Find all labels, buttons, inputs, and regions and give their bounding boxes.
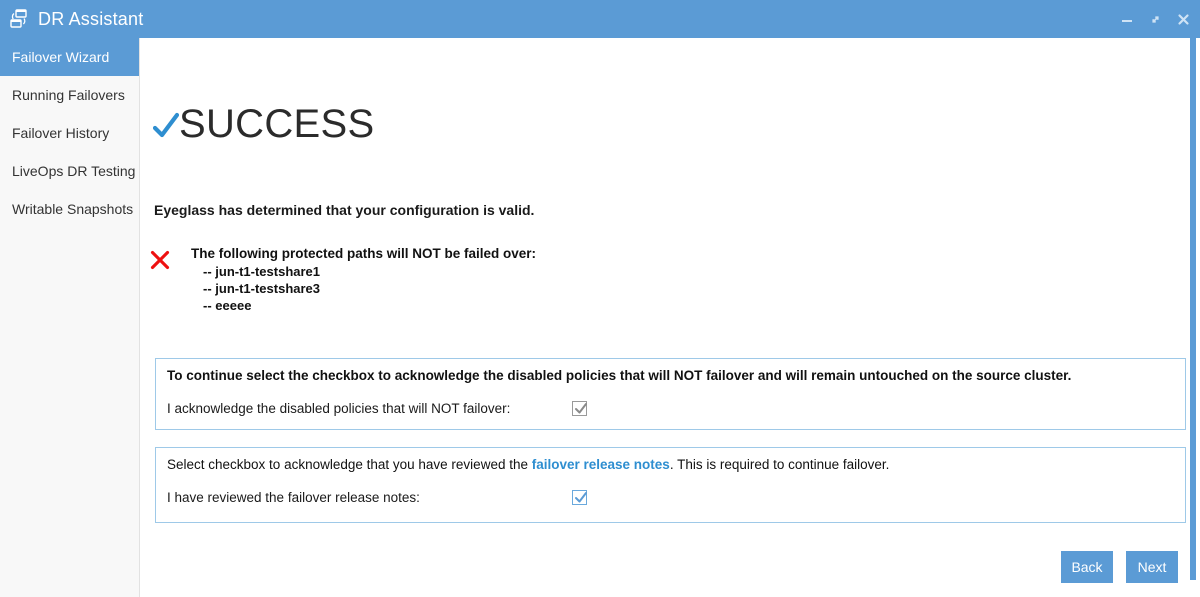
- page-title: SUCCESS: [179, 102, 375, 146]
- title-bar: DR Assistant: [0, 0, 1200, 38]
- reviewed-release-notes-checkbox[interactable]: [572, 490, 587, 505]
- sidebar-item-liveops-dr-testing[interactable]: LiveOps DR Testing: [0, 152, 139, 190]
- release-notes-panel-heading: Select checkbox to acknowledge that you …: [156, 448, 1185, 474]
- release-notes-panel: Select checkbox to acknowledge that you …: [155, 447, 1186, 523]
- error-path-item: -- jun-t1-testshare1: [203, 264, 321, 279]
- sidebar: Failover Wizard Running Failovers Failov…: [0, 38, 140, 597]
- window-controls: [1120, 0, 1190, 38]
- sidebar-item-label: LiveOps DR Testing: [12, 163, 136, 179]
- sidebar-item-failover-wizard[interactable]: Failover Wizard: [0, 38, 139, 76]
- minimize-icon[interactable]: [1120, 12, 1134, 26]
- error-path-item: -- eeeee: [203, 298, 252, 313]
- check-icon: [152, 108, 180, 142]
- status-heading: SUCCESS: [152, 102, 375, 146]
- acknowledge-checkbox-label: I acknowledge the disabled policies that…: [167, 401, 511, 416]
- error-section: The following protected paths will NOT b…: [149, 245, 536, 314]
- acknowledge-policies-panel: To continue select the checkbox to ackno…: [155, 358, 1186, 430]
- acknowledge-panel-heading: To continue select the checkbox to ackno…: [167, 368, 1072, 383]
- error-heading: The following protected paths will NOT b…: [191, 246, 537, 261]
- x-icon: [149, 249, 171, 271]
- maximize-icon[interactable]: [1148, 12, 1162, 26]
- status-subtitle: Eyeglass has determined that your config…: [154, 202, 535, 218]
- dr-assistant-window: DR Assistant Failover Wizard Running Fai…: [0, 0, 1200, 597]
- window-title: DR Assistant: [38, 8, 144, 29]
- release-notes-checkbox-row: I have reviewed the failover release not…: [156, 490, 1185, 505]
- next-button[interactable]: Next: [1126, 551, 1178, 583]
- sidebar-item-label: Failover History: [12, 125, 110, 141]
- main-content: SUCCESS Eyeglass has determined that you…: [141, 38, 1200, 597]
- error-text-block: The following protected paths will NOT b…: [191, 245, 536, 314]
- sidebar-item-writable-snapshots[interactable]: Writable Snapshots: [0, 190, 139, 228]
- release-notes-heading-before: Select checkbox to acknowledge that you …: [167, 457, 532, 472]
- failover-release-notes-link[interactable]: failover release notes: [532, 457, 670, 472]
- sidebar-item-label: Running Failovers: [12, 87, 125, 103]
- sidebar-item-failover-history[interactable]: Failover History: [0, 114, 139, 152]
- release-notes-heading-after: . This is required to continue failover.: [669, 457, 890, 472]
- back-button[interactable]: Back: [1061, 551, 1113, 583]
- release-notes-checkbox-label: I have reviewed the failover release not…: [167, 490, 420, 505]
- vertical-scrollbar-thumb[interactable]: [1190, 38, 1196, 580]
- sidebar-item-running-failovers[interactable]: Running Failovers: [0, 76, 139, 114]
- error-path-item: -- jun-t1-testshare3: [203, 281, 321, 296]
- close-icon[interactable]: [1176, 12, 1190, 26]
- acknowledge-checkbox-row: I acknowledge the disabled policies that…: [156, 401, 1185, 416]
- sidebar-item-label: Failover Wizard: [12, 49, 110, 65]
- acknowledge-policies-checkbox[interactable]: [572, 401, 587, 416]
- sidebar-item-label: Writable Snapshots: [12, 201, 134, 217]
- replication-icon: [8, 8, 30, 30]
